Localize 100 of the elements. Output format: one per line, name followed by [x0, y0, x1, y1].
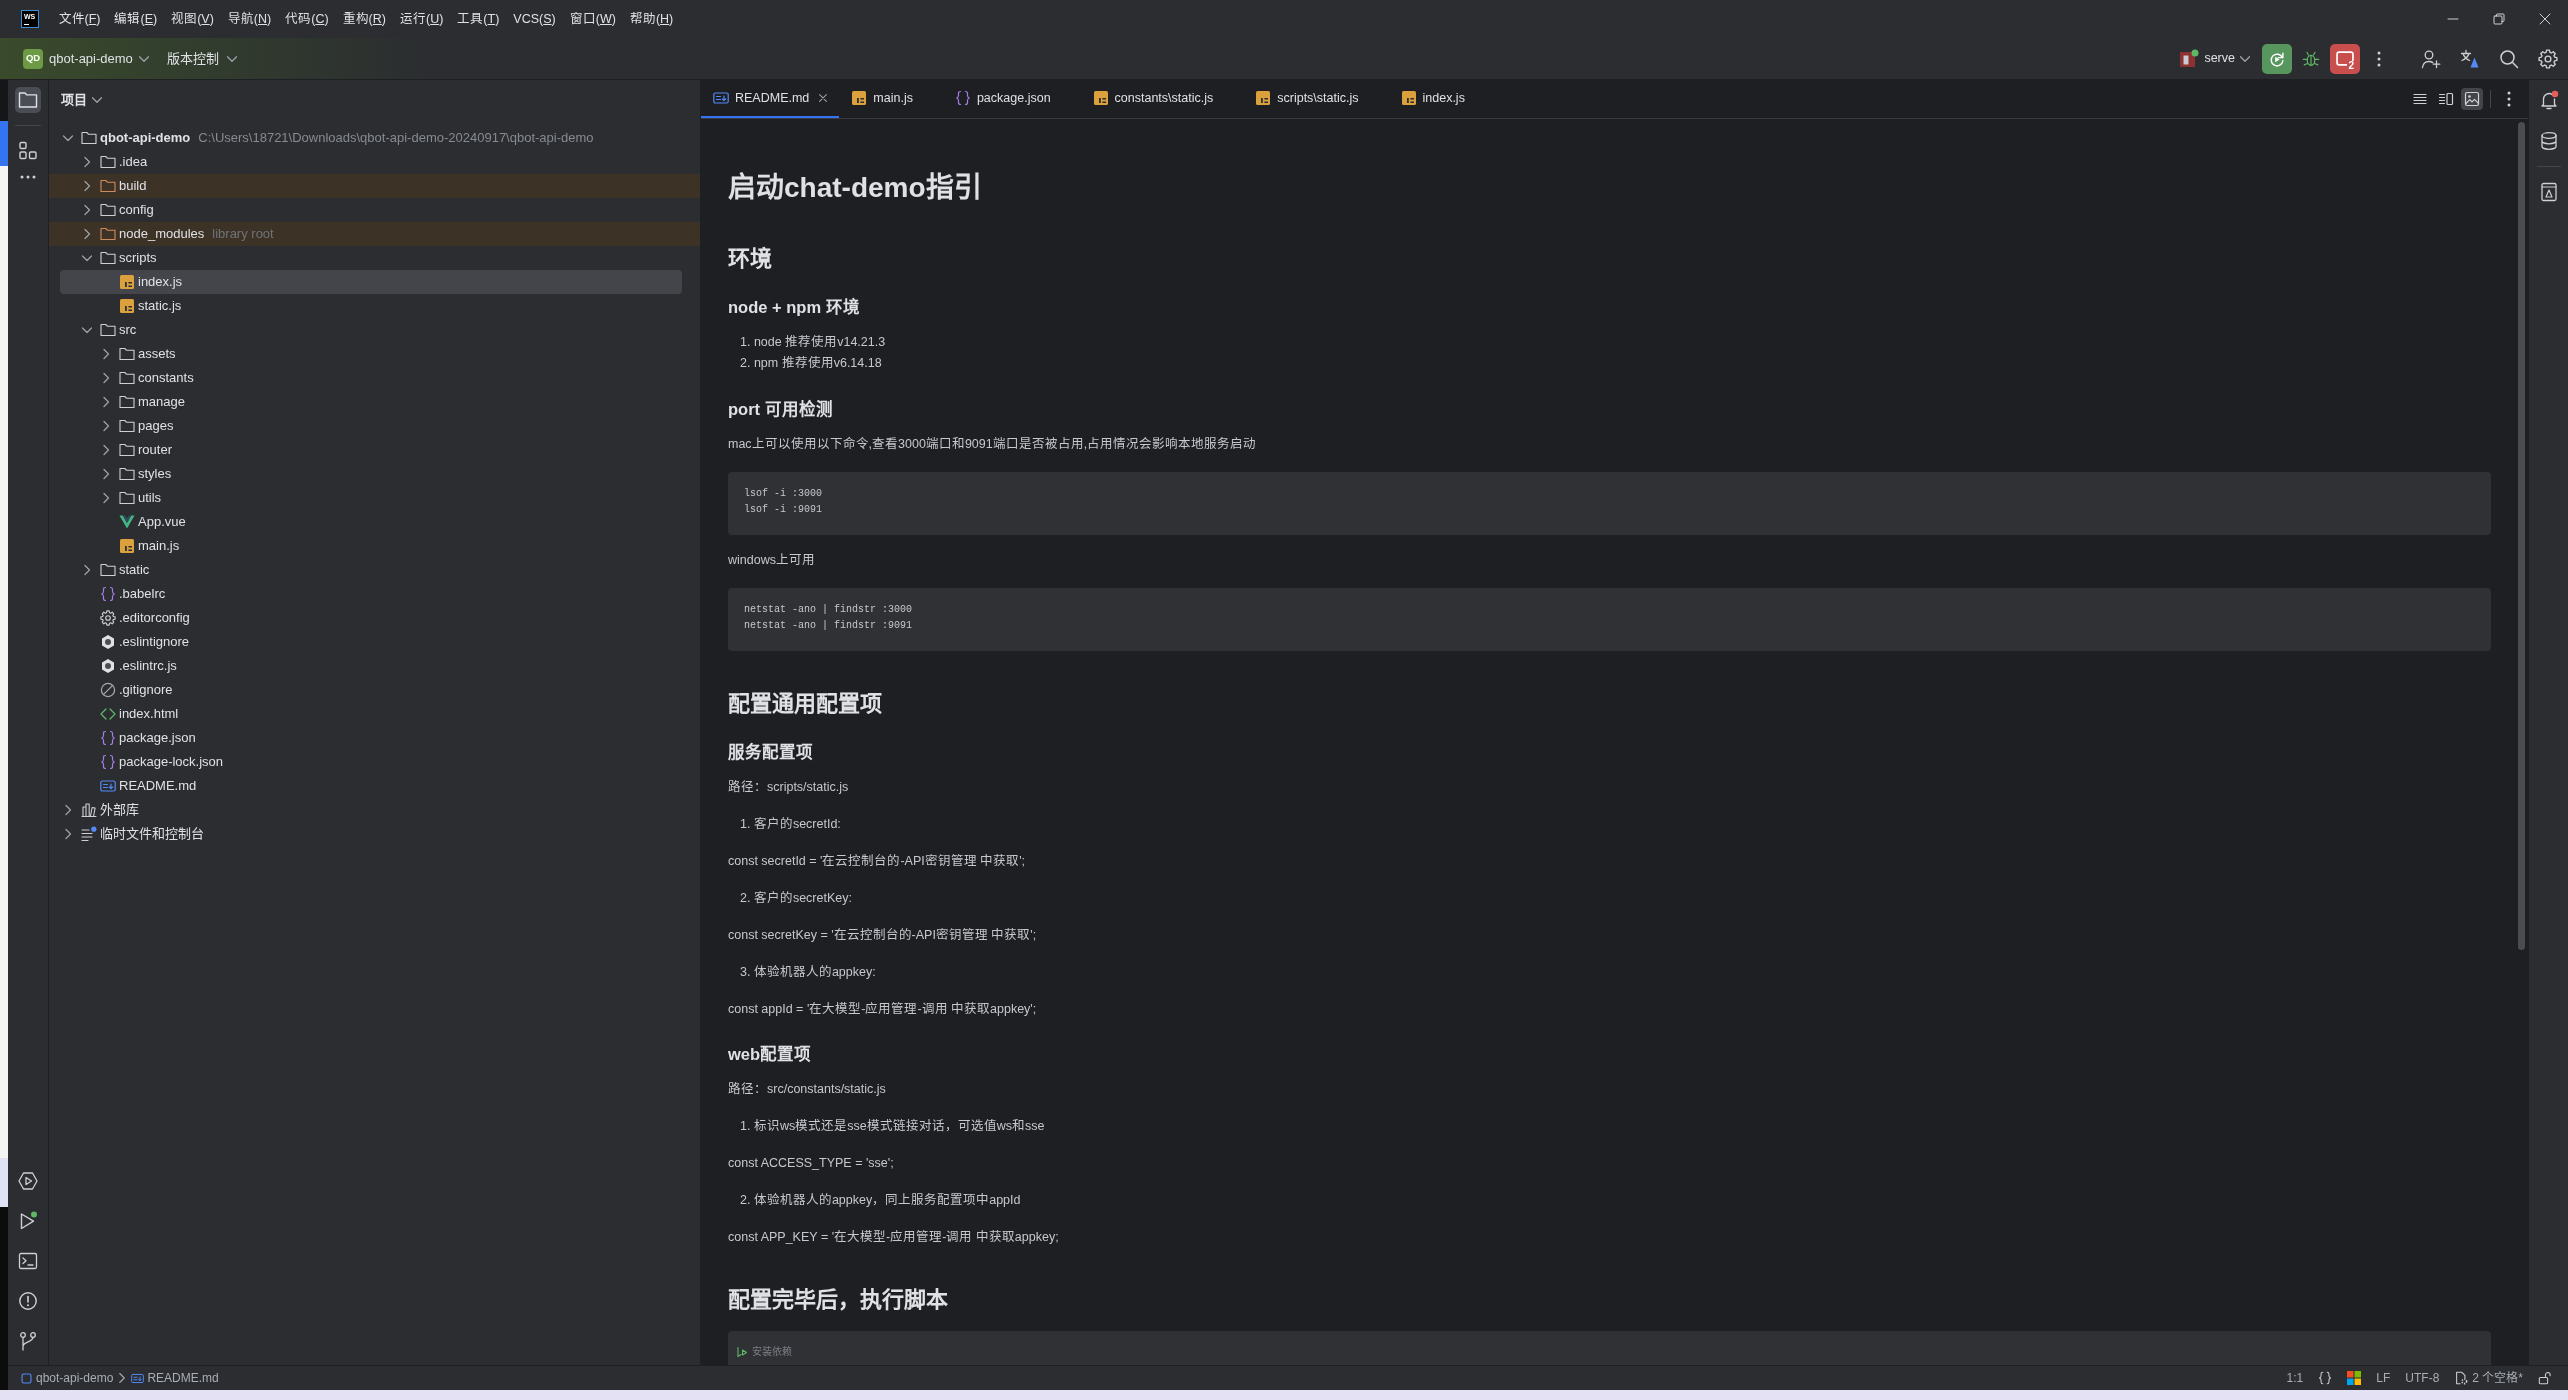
tree-item[interactable]: package-lock.json [49, 750, 700, 774]
stop-button[interactable]: 2 [2330, 43, 2360, 74]
paragraph: const ACCESS_TYPE = 'sse'; [728, 1155, 895, 1172]
tree-item[interactable]: package.json [49, 726, 700, 750]
vcs-menu[interactable]: 版本控制 [166, 48, 237, 69]
tree-item[interactable]: 临时文件和控制台 [49, 822, 700, 846]
editor-tab[interactable]: constants\static.js [1080, 80, 1244, 118]
scrollbar-thumb[interactable] [2518, 122, 2525, 950]
tree-item[interactable]: static [49, 558, 700, 582]
tree-item[interactable]: README.md [49, 774, 700, 798]
tree-item[interactable]: qbot-api-demo C:\Users\18721\Downloads\qbot-api-demo-20240917\qbot-api-demo [49, 126, 700, 150]
square-icon [20, 1371, 33, 1385]
chevron-down-icon [92, 97, 102, 103]
folder-icon [100, 154, 116, 170]
square-file-icon [119, 274, 135, 290]
tree-item[interactable]: node_modules library root [49, 222, 700, 246]
braces-icon[interactable] [2318, 1371, 2333, 1385]
chevron-down-icon [226, 55, 237, 62]
tree-item[interactable]: config [49, 198, 700, 222]
lines-icon [2412, 91, 2428, 107]
tree-item[interactable]: assets [49, 342, 700, 366]
rerun-button[interactable] [2262, 43, 2292, 74]
tree-item[interactable]: router [49, 438, 700, 462]
file-encoding[interactable]: UTF-8 [2405, 1369, 2440, 1387]
line-separator[interactable]: LF [2376, 1369, 2391, 1387]
tree-item[interactable]: .babelrc [49, 582, 700, 606]
markdown-heading: 环境 [728, 245, 773, 273]
breadcrumb-item[interactable]: README.md [131, 1369, 219, 1387]
gear-icon [100, 610, 116, 626]
cursor-position[interactable]: 1:1 [2286, 1369, 2304, 1387]
tree-item[interactable]: static.js [49, 294, 700, 318]
list-item: 2. 客户的secretKey: [739, 889, 853, 907]
menu-item[interactable]: 重构(R) [336, 6, 393, 32]
editor-tab[interactable]: package.json [942, 80, 1081, 118]
code-line: lsof -i :9091 [744, 503, 823, 517]
tree-item[interactable]: index.js [60, 270, 682, 294]
menu-item[interactable]: VCS(S) [506, 6, 563, 32]
square-file-icon [119, 538, 135, 554]
menu-item[interactable]: 窗口(W) [563, 6, 623, 32]
list-item: 1. 标识ws模式还是sse模式链接对话，可选值ws和sse [739, 1117, 1046, 1135]
tree-item[interactable]: pages [49, 414, 700, 438]
run-arrow-icon[interactable] [736, 1346, 748, 1358]
menu-item[interactable]: 文件(F) [52, 6, 107, 32]
markdown-heading: 服务配置项 [728, 742, 814, 763]
tree-item[interactable]: scripts [49, 246, 700, 270]
tree-item[interactable]: build [49, 174, 700, 198]
tree-item[interactable]: .eslintignore [49, 630, 700, 654]
language-icon [2460, 48, 2480, 69]
markdown-heading: web配置项 [728, 1044, 813, 1065]
menu-item[interactable]: 帮助(H) [623, 6, 680, 32]
terminal-icon [18, 1251, 38, 1271]
menu-item[interactable]: 工具(T) [450, 6, 506, 32]
close-icon [2539, 13, 2551, 25]
file-gear-icon [2454, 1371, 2469, 1385]
menu-item[interactable]: 视图(V) [164, 6, 221, 32]
folder-icon [100, 226, 116, 242]
indent-setting[interactable]: 2 个空格* [2454, 1369, 2523, 1387]
preview-only-button[interactable] [2461, 88, 2483, 110]
tree-item[interactable]: index.html [49, 702, 700, 726]
square-dot-icon [2179, 48, 2200, 69]
tree-item[interactable]: 外部库 [49, 798, 700, 822]
tree-item[interactable]: manage [49, 390, 700, 414]
unlocked-lock-icon[interactable] [2538, 1371, 2552, 1385]
code-line: lsof -i :3000 [744, 487, 823, 501]
folder-icon [100, 178, 116, 194]
folder-icon [100, 250, 116, 266]
run-config-selector[interactable]: serve [2175, 43, 2254, 74]
close-icon[interactable] [819, 94, 828, 102]
menu-item[interactable]: 导航(N) [221, 6, 278, 32]
tree-item[interactable]: .eslintrc.js [49, 654, 700, 678]
project-view-selector[interactable]: 项目 [57, 88, 106, 112]
menu-item[interactable]: 运行(U) [393, 6, 450, 32]
folder-icon [119, 466, 135, 482]
markdown-heading: port 可用检测 [728, 399, 834, 420]
folder-note: library root [212, 225, 274, 244]
editor-tab[interactable]: main.js [839, 80, 943, 118]
tree-item[interactable]: main.js [49, 534, 700, 558]
menu-item[interactable]: 代码(C) [278, 6, 336, 32]
four-squares-icon[interactable] [2347, 1371, 2362, 1385]
project-tool-button[interactable] [15, 87, 41, 113]
database-icon [2538, 131, 2559, 151]
tree-item[interactable]: constants [49, 366, 700, 390]
chevron-down-icon [138, 55, 149, 62]
editor-tab[interactable]: index.js [1388, 80, 1495, 118]
project-switcher[interactable]: QD qbot-api-demo [19, 45, 153, 72]
breadcrumb-item[interactable]: qbot-api-demo [20, 1369, 114, 1387]
tree-item[interactable]: App.vue [49, 510, 700, 534]
v-shape-icon [119, 514, 135, 530]
editor-tab[interactable]: scripts\static.js [1243, 80, 1389, 118]
tree-item[interactable]: .editorconfig [49, 606, 700, 630]
editor-tab[interactable]: README.md [701, 80, 840, 118]
tree-item[interactable]: .gitignore [49, 678, 700, 702]
tree-item[interactable]: .idea [49, 150, 700, 174]
tree-item[interactable]: src [49, 318, 700, 342]
project-badge: QD [23, 48, 43, 69]
tree-item[interactable]: utils [49, 486, 700, 510]
tree-item[interactable]: styles [49, 462, 700, 486]
menu-item[interactable]: 编辑(E) [108, 6, 164, 32]
markdown-heading: 配置通用配置项 [728, 690, 883, 718]
angle-brackets-icon [100, 706, 116, 722]
